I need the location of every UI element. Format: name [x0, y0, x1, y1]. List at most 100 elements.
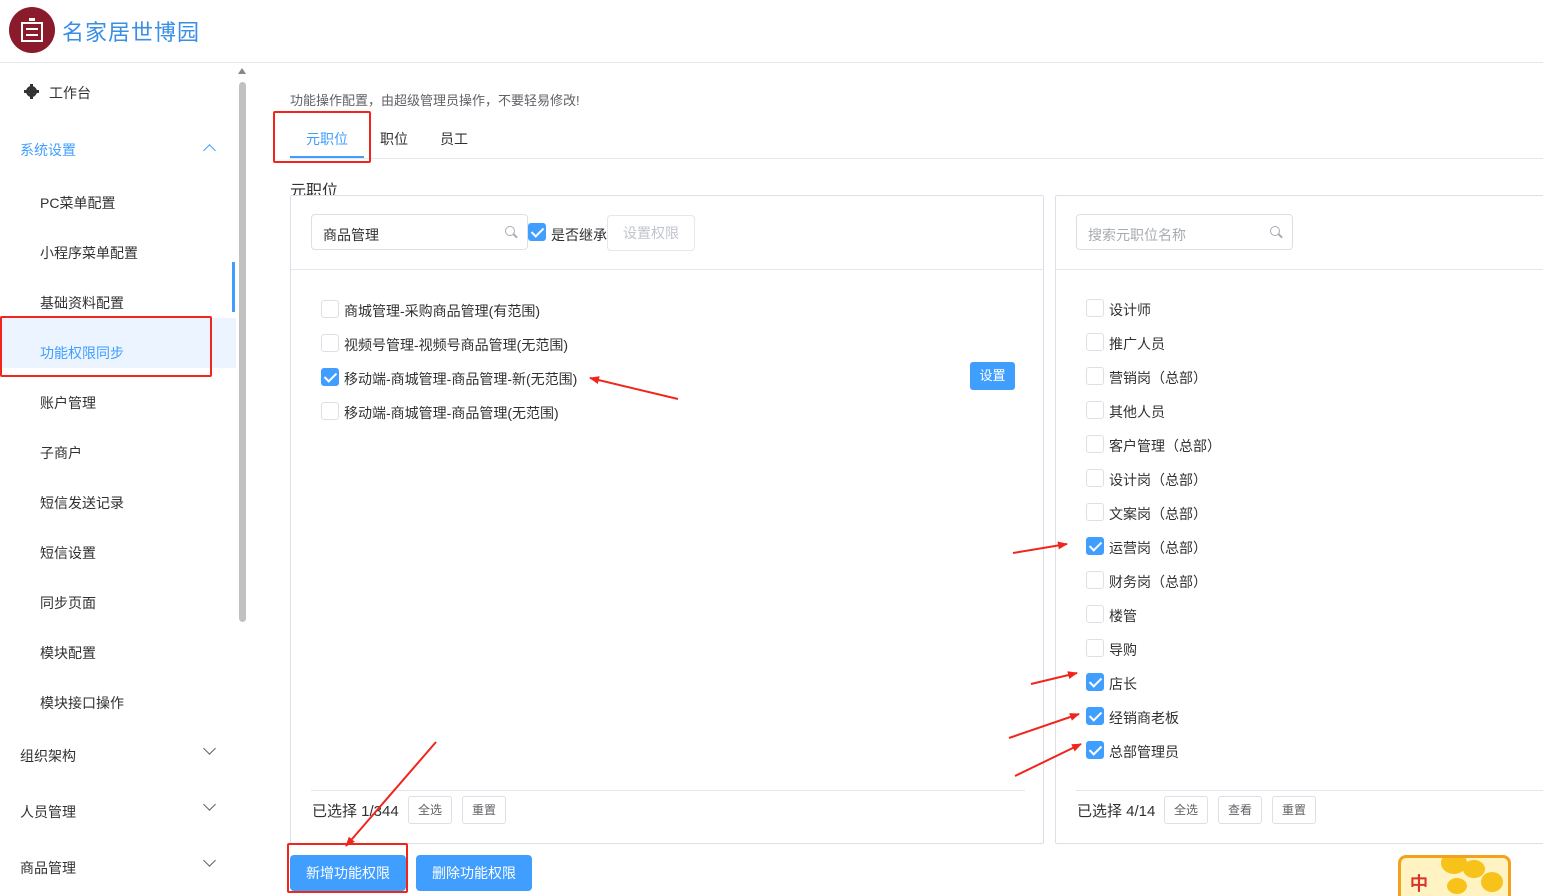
set-permission-button[interactable]: 设置权限: [607, 215, 695, 251]
view-button[interactable]: 查看: [1218, 796, 1262, 824]
search-icon: [505, 226, 518, 239]
leaf-decoration: [1463, 860, 1485, 878]
selected-count: 已选择 4/14: [1077, 803, 1156, 820]
row-set-button[interactable]: 设置: [970, 362, 1015, 390]
scroll-up-arrow-icon[interactable]: [238, 68, 246, 74]
meta-position-label: 经销商老板: [1109, 710, 1179, 726]
permission-search-input[interactable]: 商品管理: [311, 214, 528, 250]
meta-position-checkbox[interactable]: [1086, 367, 1104, 385]
sidebar-scrollbar[interactable]: [239, 82, 246, 622]
panel-footer-divider: [1076, 790, 1543, 791]
selected-count: 已选择 1/344: [312, 803, 399, 820]
meta-position-panel: 搜索元职位名称 设计师推广人员营销岗（总部） 其他人员客户管理（总部） 设计岗（总部…: [1055, 195, 1543, 844]
meta-position-label: 财务岗（总部）: [1109, 574, 1207, 590]
permission-panel: 商品管理 是否继承 设置权限 商城管理-采购商品管理(有范围) 视频号管理-视频…: [290, 195, 1044, 844]
meta-position-checkbox[interactable]: [1086, 401, 1104, 419]
meta-position-checkbox[interactable]: [1086, 503, 1104, 521]
gear-icon: [24, 84, 39, 99]
tab-position[interactable]: 职位: [380, 129, 408, 149]
chevron-up-icon: [203, 144, 216, 157]
sidebar-item-sms-settings[interactable]: 短信设置: [40, 543, 96, 563]
sidebar-group-org[interactable]: 组织架构: [20, 746, 170, 766]
permission-checkbox[interactable]: [321, 402, 339, 420]
search-placeholder: 搜索元职位名称: [1088, 227, 1186, 243]
meta-position-label: 总部管理员: [1109, 744, 1179, 760]
meta-position-panel-header: 搜索元职位名称: [1056, 196, 1543, 270]
meta-position-checkbox[interactable]: [1086, 537, 1104, 555]
top-header: 名家居世博园: [0, 0, 1543, 63]
sidebar-group-system-settings[interactable]: 系统设置: [20, 140, 170, 160]
meta-position-checkbox[interactable]: [1086, 435, 1104, 453]
sidebar-item-base-data[interactable]: 基础资料配置: [40, 293, 124, 313]
permission-panel-header: 商品管理 是否继承 设置权限: [291, 196, 1043, 270]
meta-position-checkbox[interactable]: [1086, 707, 1104, 725]
meta-position-label: 营销岗（总部）: [1109, 370, 1207, 386]
widget-text: 中: [1410, 874, 1428, 894]
chevron-down-icon: [203, 798, 216, 811]
meta-position-checkbox[interactable]: [1086, 741, 1104, 759]
sidebar: 工作台 系统设置 PC菜单配置 小程序菜单配置 基础资料配置 功能权限同步 账户…: [0, 64, 236, 896]
selected-item-indicator: [232, 262, 235, 312]
meta-position-label: 客户管理（总部）: [1109, 438, 1221, 454]
annotation-box-add-button: [287, 843, 408, 893]
floating-widget[interactable]: 中: [1398, 855, 1511, 896]
permission-checkbox[interactable]: [321, 368, 339, 386]
reset-button[interactable]: 重置: [462, 796, 506, 824]
permission-checkbox[interactable]: [321, 334, 339, 352]
inherit-checkbox[interactable]: [528, 223, 546, 241]
chevron-down-icon: [203, 854, 216, 867]
sidebar-group-products[interactable]: 商品管理: [20, 858, 170, 878]
search-icon: [1270, 226, 1283, 239]
tab-bar: 元职位 职位 员工: [290, 118, 1543, 159]
sidebar-item-miniapp-menu[interactable]: 小程序菜单配置: [40, 243, 138, 263]
sidebar-item-accounts[interactable]: 账户管理: [40, 393, 96, 413]
logo: [9, 7, 55, 53]
panel-footer-divider: [311, 790, 1025, 791]
permission-item-label: 移动端-商城管理-商品管理(无范围): [344, 405, 559, 421]
meta-position-label: 店长: [1109, 676, 1137, 692]
permission-item-label: 商城管理-采购商品管理(有范围): [344, 303, 540, 319]
select-all-button[interactable]: 全选: [1164, 796, 1208, 824]
sidebar-item-pc-menu[interactable]: PC菜单配置: [40, 193, 115, 213]
meta-position-label: 楼管: [1109, 608, 1137, 624]
tab-employee[interactable]: 员工: [440, 129, 468, 149]
meta-position-search-input[interactable]: 搜索元职位名称: [1076, 214, 1293, 250]
permission-checkbox[interactable]: [321, 300, 339, 318]
meta-position-checkbox[interactable]: [1086, 673, 1104, 691]
annotation-box-sidebar-item: [0, 316, 212, 377]
meta-position-checkbox[interactable]: [1086, 299, 1104, 317]
annotation-box-tab: [273, 111, 371, 163]
meta-position-checkbox[interactable]: [1086, 333, 1104, 351]
select-all-button[interactable]: 全选: [408, 796, 452, 824]
meta-position-label: 文案岗（总部）: [1109, 506, 1207, 522]
meta-position-label: 设计师: [1109, 302, 1151, 318]
sidebar-item-sms-log[interactable]: 短信发送记录: [40, 493, 124, 513]
notice-text: 功能操作配置，由超级管理员操作，不要轻易修改!: [290, 93, 580, 108]
search-value: 商品管理: [323, 227, 379, 243]
reset-button[interactable]: 重置: [1272, 796, 1316, 824]
meta-position-checkbox[interactable]: [1086, 605, 1104, 623]
sidebar-item-sub-merchant[interactable]: 子商户: [40, 443, 82, 463]
app-title: 名家居世博园: [62, 20, 201, 45]
delete-permission-button[interactable]: 删除功能权限: [416, 855, 532, 891]
leaf-decoration: [1481, 872, 1503, 892]
sidebar-group-staff[interactable]: 人员管理: [20, 802, 170, 822]
meta-position-checkbox[interactable]: [1086, 571, 1104, 589]
meta-position-checkbox[interactable]: [1086, 469, 1104, 487]
sidebar-item-module-config[interactable]: 模块配置: [40, 643, 96, 663]
chevron-down-icon: [203, 742, 216, 755]
inherit-label: 是否继承: [551, 227, 607, 243]
sidebar-item-workbench[interactable]: 工作台: [49, 83, 199, 103]
permission-item-label: 视频号管理-视频号商品管理(无范围): [344, 337, 568, 353]
meta-position-label: 其他人员: [1109, 404, 1165, 420]
meta-position-label: 导购: [1109, 642, 1137, 658]
meta-position-checkbox[interactable]: [1086, 639, 1104, 657]
permission-item-label: 移动端-商城管理-商品管理-新(无范围): [344, 371, 578, 387]
sidebar-item-module-api[interactable]: 模块接口操作: [40, 693, 124, 713]
meta-position-label: 推广人员: [1109, 336, 1165, 352]
meta-position-label: 运营岗（总部）: [1109, 540, 1207, 556]
logo-glyph-icon: [21, 18, 43, 42]
sidebar-item-sync-page[interactable]: 同步页面: [40, 593, 96, 613]
meta-position-label: 设计岗（总部）: [1109, 472, 1207, 488]
leaf-decoration: [1447, 878, 1467, 894]
